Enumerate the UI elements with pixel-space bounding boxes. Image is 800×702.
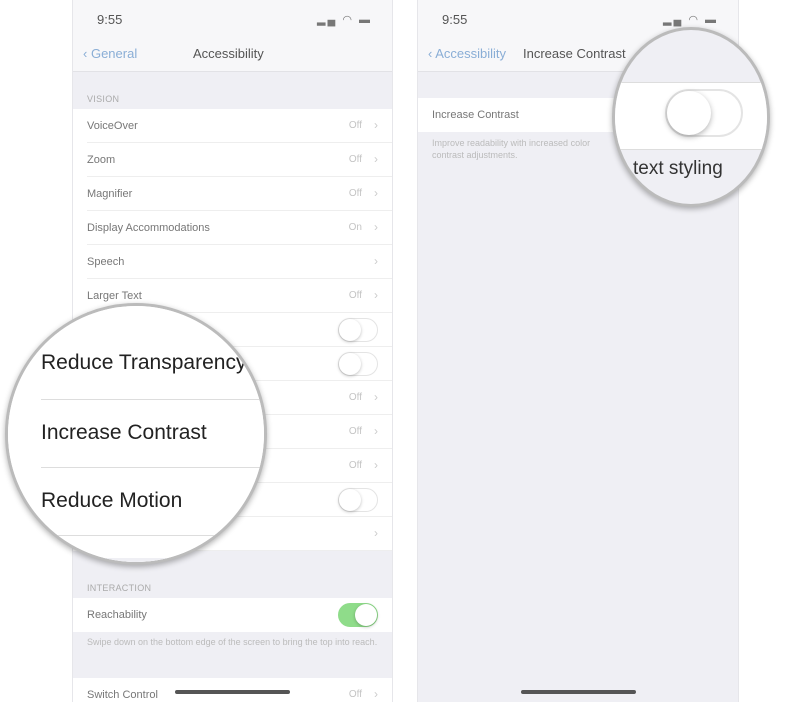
toggle[interactable] — [338, 352, 378, 376]
chevron-right-icon: › — [374, 220, 378, 234]
status-time: 9:55 — [442, 12, 468, 27]
row-label: Display Accommodations — [87, 222, 210, 234]
toggle[interactable] — [338, 488, 378, 512]
reachability-toggle[interactable] — [338, 603, 378, 627]
back-label: Accessibility — [435, 46, 507, 61]
settings-row[interactable]: Speech › — [73, 245, 392, 279]
status-time: 9:55 — [97, 12, 123, 27]
chevron-right-icon: › — [374, 118, 378, 132]
back-button[interactable]: ‹ General — [83, 46, 137, 61]
home-indicator — [175, 690, 290, 694]
increase-contrast-footer: Improve readability with increased color… — [432, 138, 591, 160]
settings-row[interactable]: VoiceOver Off › — [73, 109, 392, 143]
row-value: Off — [348, 426, 362, 437]
chevron-right-icon: › — [374, 186, 378, 200]
chevron-right-icon: › — [374, 254, 378, 268]
status-icons: ▂▄ ◠ ▬ — [317, 14, 372, 26]
magnified-label: Increase Contrast — [41, 421, 207, 444]
row-label: Increase Contrast — [432, 109, 519, 121]
row-value: On — [348, 222, 362, 233]
chevron-right-icon: › — [374, 152, 378, 166]
row-label: Speech — [87, 256, 125, 268]
chevron-right-icon: › — [374, 288, 378, 302]
settings-row[interactable]: Magnifier Off › — [73, 177, 392, 211]
row-value: Off — [348, 188, 362, 199]
status-icons: ▂▄ ◠ ▬ — [663, 14, 718, 26]
reachability-row: Reachability — [73, 598, 392, 632]
row-value: Off — [348, 290, 362, 301]
magnified-toggle — [665, 89, 743, 137]
row-label: Zoom — [87, 154, 116, 166]
row-value: Off — [348, 120, 362, 131]
toggle[interactable] — [338, 318, 378, 342]
row-label: VoiceOver — [87, 120, 138, 132]
row-value: Off — [348, 689, 362, 700]
settings-row[interactable]: Display Accommodations On › — [73, 211, 392, 245]
page-title: Increase Contrast — [523, 46, 626, 61]
section-vision: VISION — [87, 94, 120, 104]
nav-bar: 9:55 ▂▄ ◠ ▬ ‹ General Accessibility — [73, 0, 392, 72]
magnifier-left: Reduce Transparency Increase Contrast Re… — [5, 303, 267, 565]
row-label: Reachability — [87, 609, 147, 621]
row-label: Switch Control — [87, 689, 158, 701]
reachability-footer: Swipe down on the bottom edge of the scr… — [87, 637, 378, 647]
chevron-right-icon: › — [374, 390, 378, 404]
magnified-label: text styling — [633, 158, 723, 179]
row-value: Off — [348, 392, 362, 403]
back-button[interactable]: ‹ Accessibility — [428, 46, 506, 61]
home-indicator — [521, 690, 636, 694]
row-label: Magnifier — [87, 188, 133, 200]
section-interaction: INTERACTION — [87, 583, 152, 593]
row-value: Off — [348, 460, 362, 471]
chevron-right-icon: › — [374, 458, 378, 472]
chevron-right-icon: › — [374, 687, 378, 701]
chevron-right-icon: › — [374, 526, 378, 540]
row-label: Larger Text — [87, 290, 142, 302]
back-label: General — [90, 46, 138, 61]
magnified-label: Reduce Motion — [41, 489, 183, 512]
row-value: Off — [348, 154, 362, 165]
chevron-right-icon: › — [374, 424, 378, 438]
settings-row[interactable]: Zoom Off › — [73, 143, 392, 177]
page-title: Accessibility — [193, 46, 264, 61]
magnifier-right: text styling — [612, 27, 770, 207]
magnified-label: Reduce Transparency — [41, 351, 247, 374]
